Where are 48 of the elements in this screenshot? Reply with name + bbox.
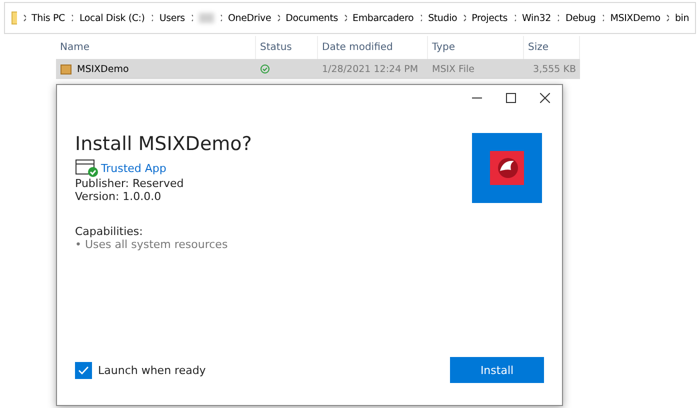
package-icon <box>60 63 72 75</box>
chevron-icon <box>277 14 280 22</box>
breadcrumb-item[interactable]: Studio <box>428 12 458 24</box>
app-logo-icon <box>490 151 524 185</box>
breadcrumb-item[interactable]: MSIXDemo <box>610 12 660 24</box>
chevron-icon <box>190 14 194 22</box>
chevron-icon <box>220 14 222 22</box>
breadcrumb-item[interactable]: Projects <box>472 12 508 24</box>
chevron-icon <box>150 14 154 22</box>
table-cell: MSIX File <box>428 59 524 79</box>
address-bar[interactable]: This PC Local Disk (C:) Users OneDrive Documents Embarcadero Studio Projects Win32 Debug MSIXDemo bin <box>4 2 696 34</box>
chevron-icon <box>463 14 466 22</box>
table-cell: 3,555 KB <box>524 59 580 79</box>
install-button[interactable]: Install <box>450 357 544 383</box>
breadcrumb-item[interactable]: Local Disk (C:) <box>79 12 145 24</box>
launch-label: Launch when ready <box>98 364 206 376</box>
chevron-icon <box>666 14 669 22</box>
breadcrumb-item[interactable]: OneDrive <box>228 12 272 24</box>
table-cell: MSIXDemo <box>56 59 256 79</box>
breadcrumb-item[interactable]: Embarcadero <box>352 12 414 24</box>
chevron-icon <box>344 14 347 22</box>
chevron-icon <box>420 14 422 22</box>
blurred-block <box>199 13 214 23</box>
breadcrumb-item[interactable]: This PC <box>32 12 65 24</box>
breadcrumb-item[interactable]: Documents <box>286 12 338 24</box>
breadcrumb-item[interactable]: bin <box>674 12 690 24</box>
chevron-icon <box>70 14 74 22</box>
capability-text: • Uses all system resources <box>75 238 229 251</box>
breadcrumb-item[interactable]: Win32 <box>522 12 551 24</box>
folder-icon <box>11 11 18 25</box>
maximize-icon <box>506 93 516 103</box>
capabilities-heading: Capabilities: <box>75 225 144 238</box>
trusted-app-link[interactable]: Trusted App <box>101 162 166 174</box>
launch-checkbox[interactable] <box>75 362 92 378</box>
checkmark-icon <box>78 366 89 374</box>
chevron-icon <box>514 14 516 22</box>
check-circle-icon <box>260 64 270 74</box>
table-cell: 1/28/2021 12:24 PM <box>318 59 428 79</box>
chevron-icon <box>556 14 560 22</box>
breadcrumb-item[interactable]: Users <box>159 12 185 24</box>
version-text: Version: 1.0.0.0 <box>75 190 162 203</box>
trusted-app-icon <box>75 159 99 177</box>
chevron-icon <box>602 14 604 22</box>
publisher-text: Publisher: Reserved <box>75 177 185 190</box>
close-icon <box>540 93 550 103</box>
breadcrumb-item[interactable]: Debug <box>565 12 596 24</box>
dialog-title: Install MSIXDemo? <box>75 133 253 155</box>
chevron-icon <box>23 14 26 22</box>
